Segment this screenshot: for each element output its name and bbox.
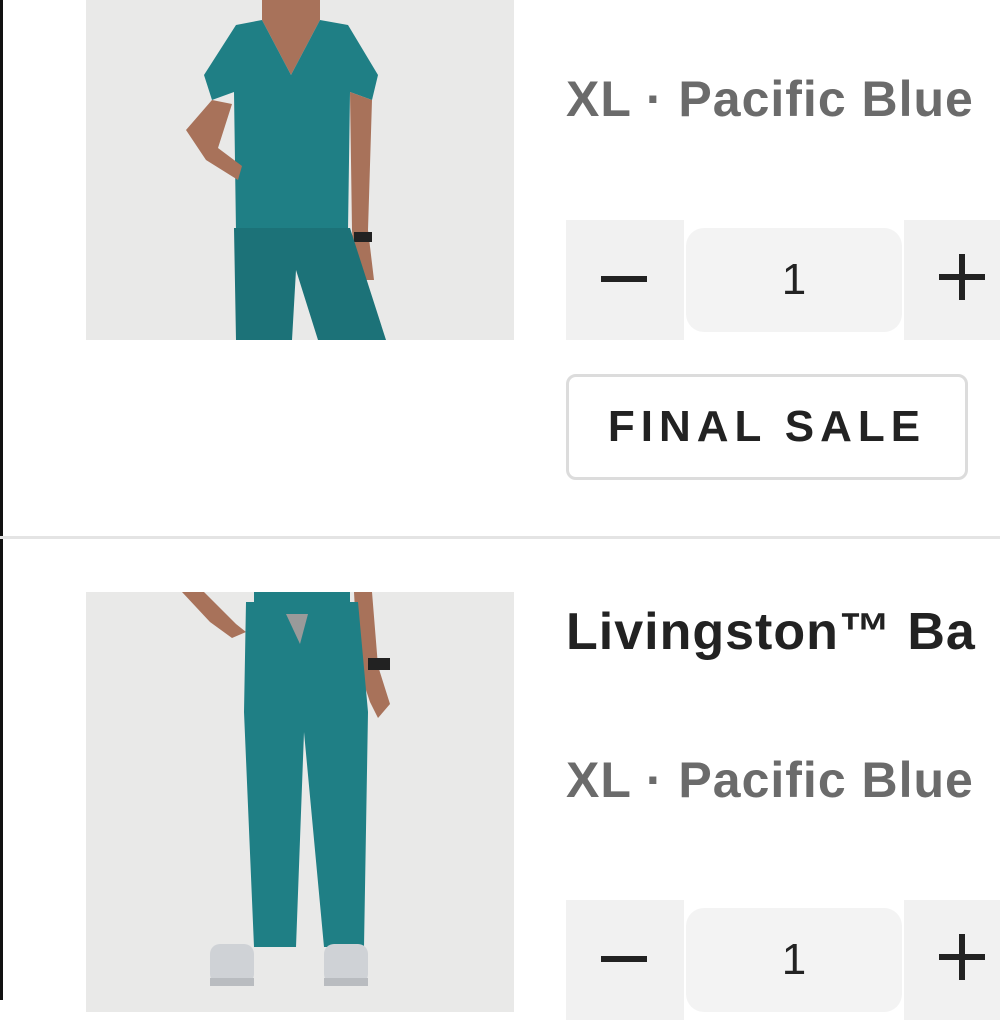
quantity-value[interactable]: 1 — [686, 908, 902, 1012]
scrub-top-illustration — [86, 0, 514, 340]
scrub-pants-illustration — [86, 592, 514, 1012]
decrease-quantity-button[interactable] — [566, 220, 684, 340]
minus-icon — [601, 956, 647, 962]
quantity-stepper: 1 — [566, 220, 1000, 340]
minus-icon — [601, 276, 647, 282]
increase-quantity-button[interactable] — [904, 900, 1000, 1020]
decrease-quantity-button[interactable] — [566, 900, 684, 1020]
cart-item: XL · Pacific Blue 1 FINAL SALE — [0, 0, 1000, 536]
product-variant: XL · Pacific Blue — [566, 752, 974, 808]
final-sale-badge[interactable]: FINAL SALE — [566, 374, 968, 480]
product-title[interactable]: Livingston™ Ba — [566, 602, 976, 662]
quantity-value[interactable]: 1 — [686, 228, 902, 332]
product-image-scrub-pants[interactable] — [86, 592, 514, 1012]
quantity-stepper: 1 — [566, 900, 1000, 1020]
product-image-scrub-top[interactable] — [86, 0, 514, 340]
cart-item: Livingston™ Ba XL · Pacific Blue 1 — [0, 539, 1000, 1020]
product-variant: XL · Pacific Blue — [566, 71, 974, 127]
increase-quantity-button[interactable] — [904, 220, 1000, 340]
